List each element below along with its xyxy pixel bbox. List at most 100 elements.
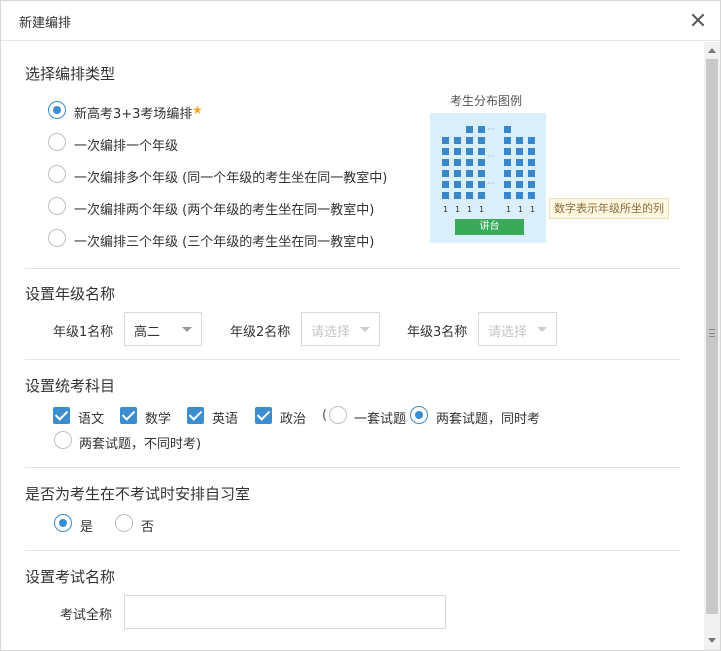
- grade-1-select[interactable]: 高二: [124, 312, 202, 346]
- seat-mark: [516, 192, 523, 199]
- type-option-1-label: 一次编排一个年级: [74, 139, 179, 154]
- seat-mark: [466, 181, 473, 188]
- seat-mark: [478, 148, 485, 155]
- column-number: 1: [518, 205, 524, 214]
- section-divider: [25, 359, 680, 360]
- grade-2-label: 年级2名称: [230, 325, 291, 340]
- subject-section-title: 设置统考科目: [25, 377, 116, 395]
- seat-mark: [504, 126, 511, 133]
- chevron-down-icon: [360, 327, 370, 332]
- seat-mark: [478, 192, 485, 199]
- seat-mark: [466, 148, 473, 155]
- scroll-up-icon[interactable]: [708, 48, 716, 53]
- seat-mark: [466, 192, 473, 199]
- seat-mark: [516, 137, 523, 144]
- study-no-radio[interactable]: [115, 514, 133, 532]
- type-option-4-radio[interactable]: [48, 229, 66, 247]
- grade-2-select[interactable]: 请选择: [301, 312, 380, 346]
- seat-mark: [504, 148, 511, 155]
- subject-0-checkbox[interactable]: [53, 407, 70, 424]
- seat-mark: [466, 137, 473, 144]
- subject-1-label: 数学: [145, 412, 172, 427]
- type-option-3-radio[interactable]: [48, 197, 66, 215]
- seat-mark: [478, 126, 485, 133]
- type-section-title: 选择编排类型: [25, 65, 116, 83]
- subject-3-checkbox[interactable]: [255, 407, 272, 424]
- grade-3-placeholder: 请选择: [488, 325, 528, 340]
- subject-2-label: 英语: [212, 412, 239, 427]
- seat-mark: [528, 159, 535, 166]
- seat-mark: [454, 192, 461, 199]
- type-option-0-radio[interactable]: [48, 101, 66, 119]
- dialog-title: 新建编排: [19, 16, 72, 31]
- seat-mark: [442, 137, 449, 144]
- seat-mark: [516, 148, 523, 155]
- seat-mark: [454, 181, 461, 188]
- type-option-4-label: 一次编排三个年级 (三个年级的考生坐在同一教室中): [74, 235, 375, 250]
- column-number: 1: [506, 205, 512, 214]
- column-number: 1: [530, 205, 536, 214]
- grip-icon: [709, 329, 715, 337]
- seat-mark: [478, 137, 485, 144]
- seat-mark: [504, 159, 511, 166]
- column-number: 1: [455, 205, 461, 214]
- scroll-down-icon[interactable]: [708, 638, 716, 643]
- chevron-down-icon: [537, 327, 547, 332]
- seat-mark: [442, 148, 449, 155]
- legend-title: 考生分布图例: [450, 94, 523, 108]
- type-option-2-radio[interactable]: [48, 165, 66, 183]
- column-number: 1: [467, 205, 473, 214]
- scrollbar-thumb[interactable]: [706, 59, 718, 614]
- mode-0-label: 一套试题: [354, 412, 407, 427]
- subject-1-checkbox[interactable]: [120, 407, 137, 424]
- mode-0-radio[interactable]: [329, 406, 347, 424]
- section-divider: [25, 268, 680, 269]
- column-number: 1: [443, 205, 449, 214]
- type-option-1-radio[interactable]: [48, 133, 66, 151]
- legend-tooltip: 数字表示年级所坐的列: [549, 198, 669, 219]
- seat-mark: [504, 137, 511, 144]
- section-divider: [25, 467, 680, 468]
- grade-section-title: 设置年级名称: [25, 285, 116, 303]
- grade-3-label: 年级3名称: [407, 325, 468, 340]
- legend-ellipsis: ···: [487, 179, 495, 188]
- seat-mark: [454, 137, 461, 144]
- seat-mark: [442, 170, 449, 177]
- subject-2-checkbox[interactable]: [187, 407, 204, 424]
- seat-mark: [528, 192, 535, 199]
- seat-mark: [478, 181, 485, 188]
- new-arrangement-dialog: 新建编排 选择编排类型 新高考3+3考场编排 ★ 一次编排一个年级 一次编排多个…: [0, 0, 721, 651]
- close-icon[interactable]: [689, 11, 707, 29]
- grade-3-select[interactable]: 请选择: [478, 312, 557, 346]
- type-option-3-label: 一次编排两个年级 (两个年级的考生坐在同一教室中): [74, 203, 375, 218]
- dialog-titlebar: 新建编排: [1, 1, 720, 41]
- grade-2-placeholder: 请选择: [311, 325, 351, 340]
- chevron-down-icon: [182, 327, 192, 332]
- type-option-2-label: 一次编排多个年级 (同一个年级的考生坐在同一教室中): [74, 171, 388, 186]
- seat-mark: [478, 170, 485, 177]
- mode-1-radio[interactable]: [410, 406, 428, 424]
- exam-name-input[interactable]: [124, 595, 446, 629]
- vertical-scrollbar[interactable]: [704, 42, 720, 650]
- seat-mark: [454, 159, 461, 166]
- seat-mark: [528, 181, 535, 188]
- seat-mark: [466, 126, 473, 133]
- seat-mark: [516, 159, 523, 166]
- seat-mark: [528, 148, 535, 155]
- subject-0-label: 语文: [78, 412, 105, 427]
- seat-mark: [504, 181, 511, 188]
- legend-ellipsis: ···: [487, 125, 495, 134]
- seat-mark: [528, 137, 535, 144]
- open-paren: (: [322, 408, 328, 423]
- seat-mark: [442, 181, 449, 188]
- legend-ellipsis: ···: [487, 152, 495, 161]
- seat-mark: [466, 159, 473, 166]
- mode-2-radio[interactable]: [54, 431, 72, 449]
- star-icon: ★: [192, 103, 203, 117]
- study-yes-radio[interactable]: [54, 514, 72, 532]
- seat-mark: [504, 170, 511, 177]
- grade-1-value: 高二: [134, 325, 161, 340]
- study-section-title: 是否为考生在不考试时安排自习室: [25, 485, 251, 503]
- mode-1-label: 两套试题，同时考: [436, 412, 541, 427]
- study-yes-label: 是: [80, 520, 94, 535]
